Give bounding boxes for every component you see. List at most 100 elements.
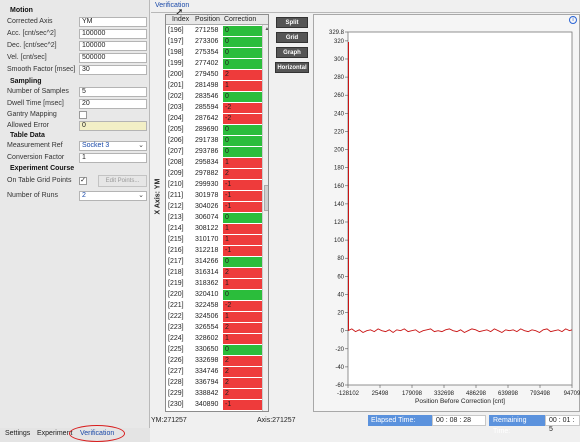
info-icon[interactable]: i (569, 16, 577, 24)
table-row[interactable]: [224] 328602 1 (166, 334, 262, 345)
row-index: [217] (168, 258, 184, 265)
table-row[interactable]: [203] 285594 -2 (166, 103, 262, 114)
table-row[interactable]: [196] 271258 0 (166, 26, 262, 37)
x-tick-label: 793498 (530, 391, 551, 397)
acc-field[interactable]: 100000 (79, 29, 147, 39)
row-correction: 1 (223, 158, 262, 168)
table-row[interactable]: [201] 281498 1 (166, 81, 262, 92)
table-scrollbar[interactable]: ▲ (262, 25, 268, 411)
table-row[interactable]: [227] 334746 2 (166, 367, 262, 378)
vel-field[interactable]: 500000 (79, 53, 147, 63)
row-correction: 2 (223, 323, 262, 333)
y-tick-label: 200 (334, 148, 345, 154)
table-row[interactable]: [197] 273306 0 (166, 37, 262, 48)
row-correction: 2 (223, 367, 262, 377)
table-row[interactable]: [198] 275354 0 (166, 48, 262, 59)
samples-label: Number of Samples (7, 88, 69, 95)
table-row[interactable]: [220] 320410 0 (166, 290, 262, 301)
row-index: [211] (168, 192, 184, 199)
table-row[interactable]: [226] 332698 2 (166, 356, 262, 367)
dwell-field[interactable]: 20 (79, 99, 147, 109)
tab-settings[interactable]: Settings (5, 430, 30, 437)
graph-button[interactable]: Graph (276, 47, 308, 58)
allowed-error-field[interactable]: 0 (79, 121, 147, 131)
table-row[interactable]: [202] 283546 0 (166, 92, 262, 103)
table-row[interactable]: [217] 314266 0 (166, 257, 262, 268)
row-index: [230] (168, 401, 184, 408)
x-tick-label: 486298 (466, 391, 487, 397)
tab-experiment[interactable]: Experiment (37, 430, 72, 437)
row-correction: -2 (223, 114, 262, 124)
scroll-thumb[interactable] (264, 185, 268, 211)
table-row[interactable]: [211] 301978 -1 (166, 191, 262, 202)
edit-points-button[interactable]: Edit Points... (98, 175, 147, 187)
row-index: [218] (168, 269, 184, 276)
y-tick-label: -20 (335, 347, 344, 353)
row-index: [223] (168, 324, 184, 331)
elapsed-label: Elapsed Time: (368, 415, 432, 426)
y-tick-label: 240 (334, 111, 345, 117)
table-row[interactable]: [230] 340890 -1 (166, 400, 262, 411)
row-index: [213] (168, 214, 184, 221)
row-position: 299930 (195, 181, 219, 188)
table-row[interactable]: [199] 277402 0 (166, 59, 262, 70)
table-row[interactable]: [204] 287642 -2 (166, 114, 262, 125)
grid-button[interactable]: Grid (276, 32, 308, 43)
table-row[interactable]: [208] 295834 1 (166, 158, 262, 169)
table-row[interactable]: [205] 289690 0 (166, 125, 262, 136)
conversion-label: Conversion Factor (7, 154, 65, 161)
x-tick-label: -128102 (337, 391, 360, 397)
table-row[interactable]: [207] 293786 0 (166, 147, 262, 158)
table-row[interactable]: [206] 291738 0 (166, 136, 262, 147)
row-index: [207] (168, 148, 184, 155)
row-index: [209] (168, 170, 184, 177)
table-row[interactable]: [223] 326554 2 (166, 323, 262, 334)
table-row[interactable]: [229] 338842 2 (166, 389, 262, 400)
row-index: [214] (168, 225, 184, 232)
row-index: [216] (168, 247, 184, 254)
vel-label: Vel. [cnt/sec] (7, 54, 47, 61)
on-grid-checkbox[interactable]: ✓ (79, 177, 87, 185)
table-row[interactable]: [222] 324506 1 (166, 312, 262, 323)
row-correction: -1 (223, 246, 262, 256)
x-tick-label: 94709 (564, 391, 580, 397)
table-row[interactable]: [228] 336794 2 (166, 378, 262, 389)
table-row[interactable]: [214] 308122 1 (166, 224, 262, 235)
table-row[interactable]: [231]3429381 (166, 411, 262, 412)
table-row[interactable]: [221] 322458 -2 (166, 301, 262, 312)
row-correction: 1 (223, 411, 262, 412)
table-row[interactable]: [209] 297882 2 (166, 169, 262, 180)
y-tick-label: -60 (335, 383, 344, 389)
row-index: [221] (168, 302, 184, 309)
axis-label: X Axis: YM (154, 178, 162, 215)
gantry-checkbox[interactable] (79, 111, 87, 119)
table-row[interactable]: [216] 312218 -1 (166, 246, 262, 257)
samples-field[interactable]: 5 (79, 87, 147, 97)
row-position: 275354 (195, 49, 219, 56)
vel-row: Vel. [cnt/sec] 500000 (4, 53, 147, 64)
table-row[interactable]: [219] 318362 1 (166, 279, 262, 290)
table-row[interactable]: [225] 330650 0 (166, 345, 262, 356)
num-runs-label: Number of Runs (7, 192, 58, 199)
num-runs-select[interactable]: 2 ⌄ (79, 191, 147, 201)
section-sampling: Sampling (10, 78, 42, 85)
table-row[interactable]: [213] 306074 0 (166, 213, 262, 224)
conversion-field[interactable]: 1 (79, 153, 147, 163)
smooth-field[interactable]: 30 (79, 65, 147, 75)
table-row[interactable]: [210] 299930 -1 (166, 180, 262, 191)
corrected-axis-field[interactable]: YM (79, 17, 147, 27)
table-row[interactable]: [212] 304026 -1 (166, 202, 262, 213)
row-index: [198] (168, 49, 184, 56)
scroll-up-icon[interactable]: ▲ (263, 25, 268, 33)
table-row[interactable]: [200] 279450 2 (166, 70, 262, 81)
dec-field[interactable]: 100000 (79, 41, 147, 51)
table-row[interactable]: [215] 310170 1 (166, 235, 262, 246)
tab-verification-top[interactable]: Verification (155, 2, 189, 9)
split-button[interactable]: Split (276, 17, 308, 28)
measurement-ref-select[interactable]: Socket 3 ⌄ (79, 141, 147, 151)
row-correction: 1 (223, 224, 262, 234)
horizontal-button[interactable]: Horizontal (275, 62, 309, 73)
row-position: 281498 (195, 82, 219, 89)
table-row[interactable]: [218] 316314 2 (166, 268, 262, 279)
num-runs-row: Number of Runs 2 ⌄ (4, 191, 147, 202)
